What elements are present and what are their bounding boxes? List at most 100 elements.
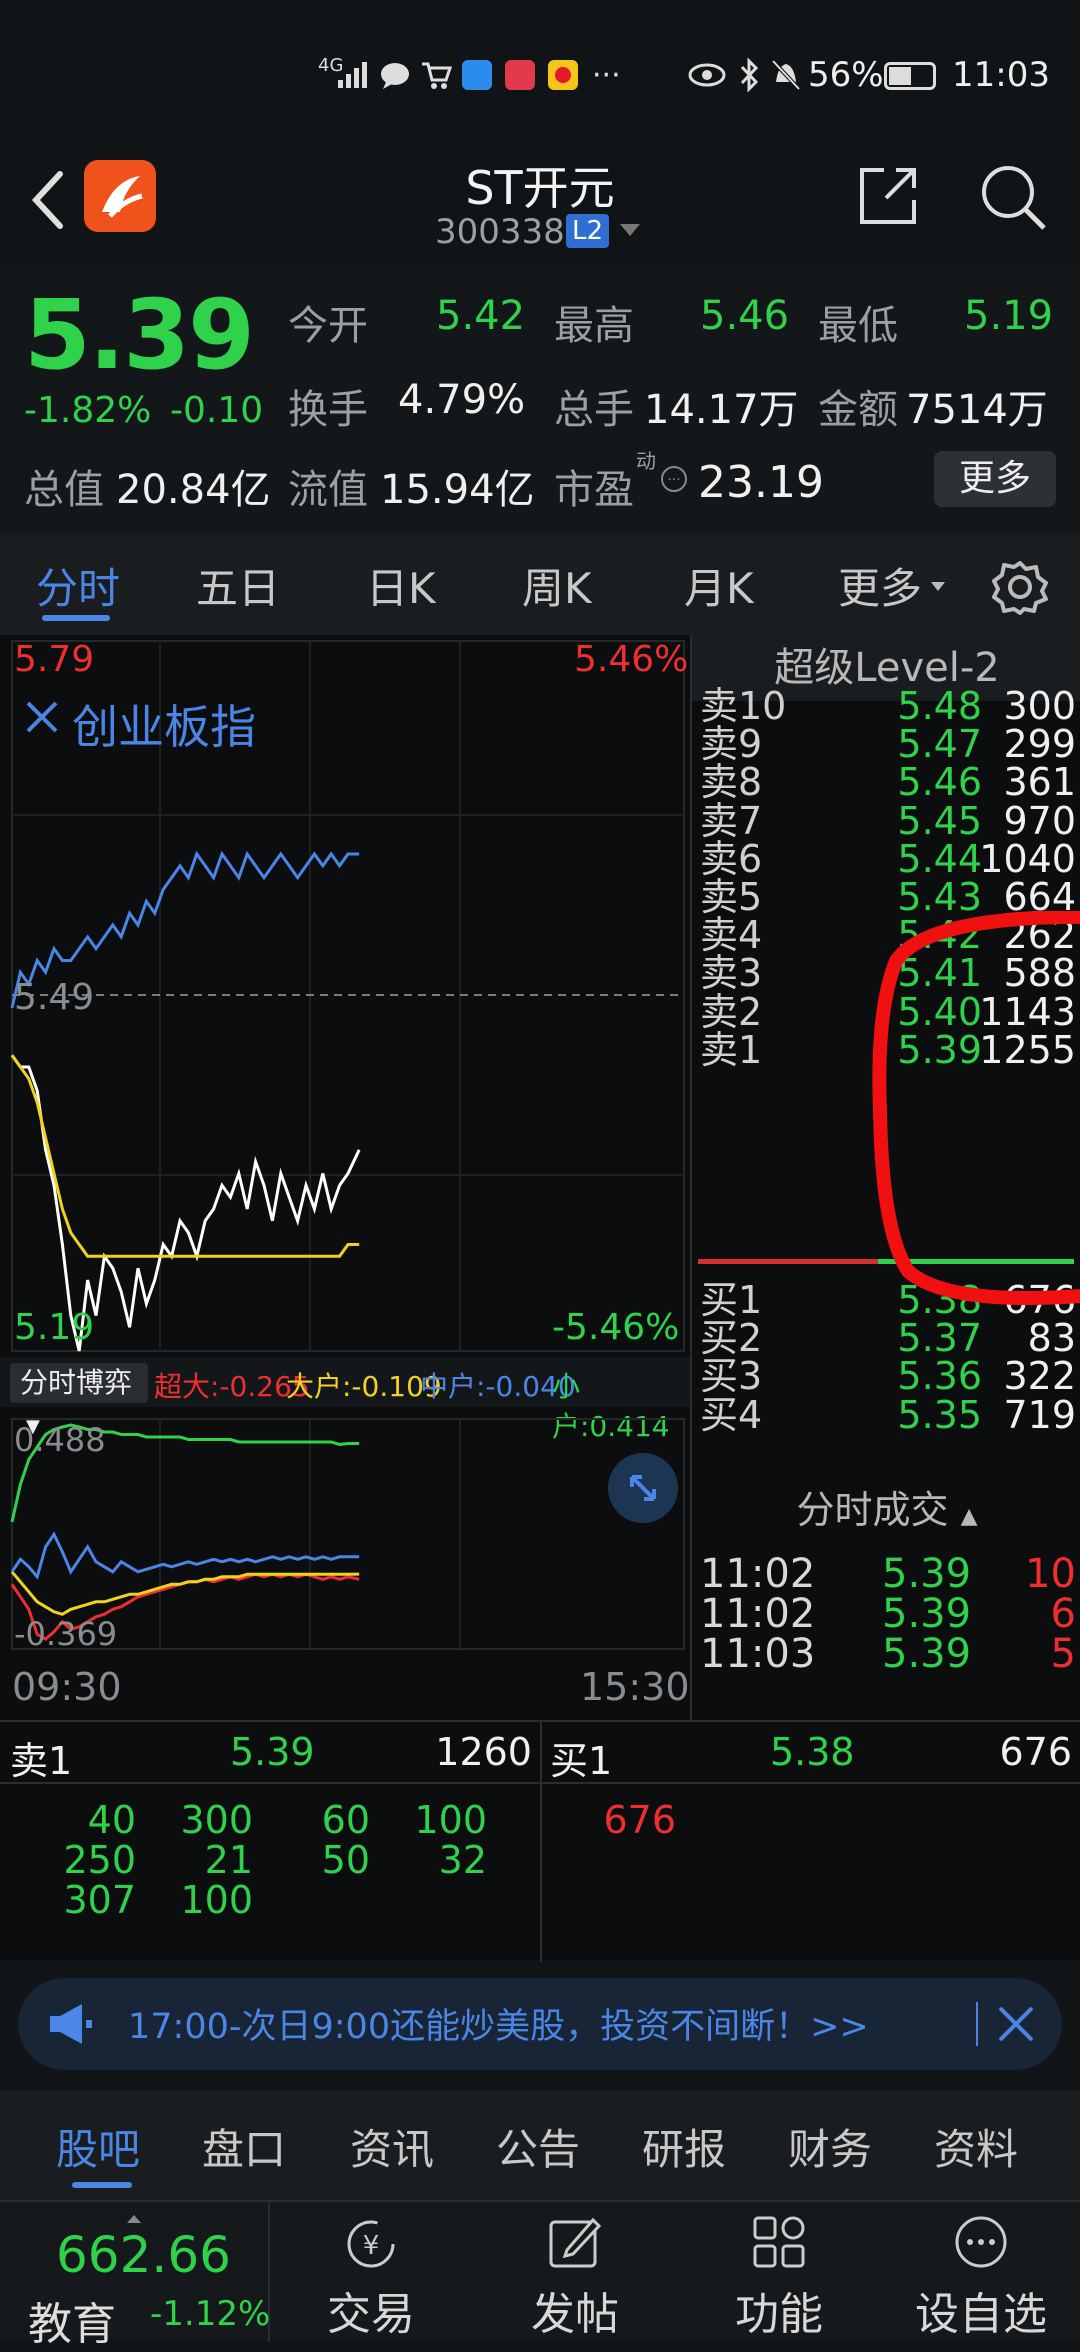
close-banner-icon[interactable]	[996, 2004, 1036, 2044]
search-icon[interactable]	[978, 162, 1048, 232]
chart-top-percent: 5.46%	[574, 639, 689, 680]
tick-time: 11:03	[700, 1631, 816, 1677]
intraday-chart-area[interactable]: 5.79 5.46% 5.49 5.19 -5.46% 创业板指 分时博弈▼ 超…	[0, 635, 690, 1720]
tick-volume: 6	[1050, 1591, 1076, 1637]
bid-queue-total: 676	[999, 1730, 1072, 1774]
nav-trade-label: 交易	[327, 2289, 415, 2340]
flow-mode-dropdown[interactable]: 分时博弈▼	[10, 1363, 148, 1437]
open-label: 今开	[288, 303, 368, 349]
bid-level-4[interactable]: 买4 5.35 719	[692, 1396, 1080, 1434]
tick-price: 5.39	[882, 1631, 972, 1677]
turnover-label: 换手	[288, 387, 368, 433]
post-icon	[549, 2217, 602, 2268]
back-icon[interactable]	[28, 170, 68, 230]
amount-value: 7514万	[906, 387, 1048, 433]
bid-level-4-price: 5.35	[897, 1392, 982, 1437]
bid-queue-price: 5.38	[770, 1730, 855, 1774]
nav-post[interactable]: 发帖	[500, 2202, 650, 2342]
high-label: 最高	[554, 303, 634, 349]
tab-announcements[interactable]: 公告	[496, 2116, 580, 2177]
banner-text[interactable]: 17:00-次日9:00还能炒美股，投资不间断！>>	[128, 1998, 869, 2049]
ask-queue-order: 21	[204, 1838, 253, 1882]
tab-weekly-k[interactable]: 周K	[522, 555, 592, 616]
more-notifications-icon: ···	[592, 58, 621, 93]
ticks-title[interactable]: 分时成交 ▲	[692, 1470, 1080, 1550]
bid-queue-label: 买1	[550, 1739, 613, 1783]
ticks-title-text: 分时成交	[796, 1488, 949, 1532]
cloud-app-icon	[462, 60, 492, 90]
overlay-index-label[interactable]: 创业板指	[72, 691, 256, 757]
total-mv-label: 总值	[24, 467, 104, 513]
bottom-navigation: 662.66 教育 -1.12% ¥ 交易 发帖 功能 设自选	[0, 2200, 1080, 2350]
trade-icon: ¥	[347, 2220, 395, 2268]
pe-info-icon[interactable]: ···	[660, 465, 688, 493]
tab-intraday[interactable]: 分时	[36, 555, 120, 616]
share-icon[interactable]	[856, 164, 920, 228]
tick-time: 11:02	[700, 1591, 816, 1637]
bid-level-2-price: 5.37	[897, 1316, 982, 1361]
ask-queue-label: 卖1	[10, 1739, 73, 1783]
ask-queue-order: 32	[438, 1838, 487, 1882]
tab-daily-k[interactable]: 日K	[366, 555, 436, 616]
more-quote-button[interactable]: 更多	[934, 451, 1056, 507]
chart-settings-icon[interactable]	[992, 559, 1048, 615]
ask-queue-order: 40	[87, 1798, 136, 1842]
ask-queue-order: 300	[180, 1798, 253, 1842]
fund-flow-bar: 分时博弈▼ 超大:-0.265 大户:-0.109 中户:-0.040 小户:0…	[0, 1357, 690, 1443]
trade-ticks[interactable]: 分时成交 ▲ 11:02 5.39 10 11:02 5.39 6 11:03 5.39 5	[690, 1470, 1080, 1720]
tick-row: 11:03 5.39 5	[692, 1634, 1080, 1674]
bid-level-3[interactable]: 买3 5.36 322	[692, 1357, 1080, 1395]
bid-level-2[interactable]: 买2 5.37 83	[692, 1319, 1080, 1357]
weibo-app-icon	[548, 60, 578, 90]
nav-functions[interactable]: 功能	[704, 2202, 854, 2342]
cart-icon	[422, 62, 452, 89]
bid-level-2-label: 买2	[700, 1316, 763, 1361]
tab-more[interactable]: 更多	[838, 555, 922, 616]
tab-finance[interactable]: 财务	[788, 2116, 872, 2177]
annotation-circle	[872, 911, 1080, 1305]
expand-icon	[630, 1475, 656, 1501]
close-overlay-icon[interactable]	[24, 699, 60, 735]
stock-code: 300338	[435, 212, 565, 252]
chevron-down-icon[interactable]	[618, 222, 642, 238]
active-info-tab-indicator	[72, 2182, 132, 2188]
tick-row: 11:02 5.39 6	[692, 1594, 1080, 1634]
change-amount: -0.10	[170, 390, 264, 431]
change-percent: -1.82%	[24, 390, 152, 431]
flow-bottom-value: -0.369	[14, 1615, 118, 1653]
nav-add-watchlist[interactable]: 设自选	[906, 2202, 1056, 2342]
ask-queue-order: 50	[321, 1838, 370, 1882]
promo-banner[interactable]: 17:00-次日9:00还能炒美股，投资不间断！>>	[18, 1978, 1062, 2070]
tab-forum[interactable]: 股吧	[56, 2116, 140, 2177]
bid-level-2-volume: 83	[1027, 1316, 1076, 1361]
sector-index-widget[interactable]: 662.66 教育 -1.12%	[0, 2202, 271, 2350]
high-value: 5.46	[700, 293, 790, 339]
flow-mid-line	[10, 1531, 360, 1580]
tab-handicap[interactable]: 盘口	[202, 2116, 286, 2177]
eye-icon	[688, 63, 726, 87]
expand-button[interactable]	[608, 1453, 678, 1523]
tab-five-day[interactable]: 五日	[196, 555, 280, 616]
battery-percent: 56%	[808, 55, 884, 95]
bid-queue-order: 676	[603, 1798, 676, 1842]
info-tabs: 股吧 盘口 资讯 公告 研报 财务 资料	[0, 2090, 1080, 2200]
time-start: 09:30	[12, 1665, 122, 1709]
tab-monthly-k[interactable]: 月K	[684, 555, 754, 616]
tab-profile[interactable]: 资料	[934, 2116, 1018, 2177]
stock-header: ST开元 300338 L2	[0, 150, 1080, 265]
level2-badge[interactable]: L2	[566, 214, 610, 248]
tab-news[interactable]: 资讯	[350, 2116, 434, 2177]
queue-header	[0, 1722, 1080, 1784]
caret-up-icon: ▲	[960, 1504, 978, 1529]
sector-change: -1.12%	[150, 2294, 271, 2334]
flow-large-line	[10, 1570, 360, 1616]
bid-level-4-volume: 719	[1003, 1392, 1076, 1437]
chart-prev-close: 5.49	[14, 977, 95, 1018]
flow-large: 大户:-0.109	[286, 1370, 442, 1403]
chart-top-price: 5.79	[14, 639, 95, 680]
nav-trade[interactable]: ¥ 交易	[296, 2202, 446, 2342]
more-icon	[955, 2216, 1007, 2268]
nav-add-watchlist-label: 设自选	[915, 2289, 1047, 2340]
bid-level-1-label: 买1	[700, 1278, 763, 1322]
tab-research[interactable]: 研报	[642, 2116, 726, 2177]
